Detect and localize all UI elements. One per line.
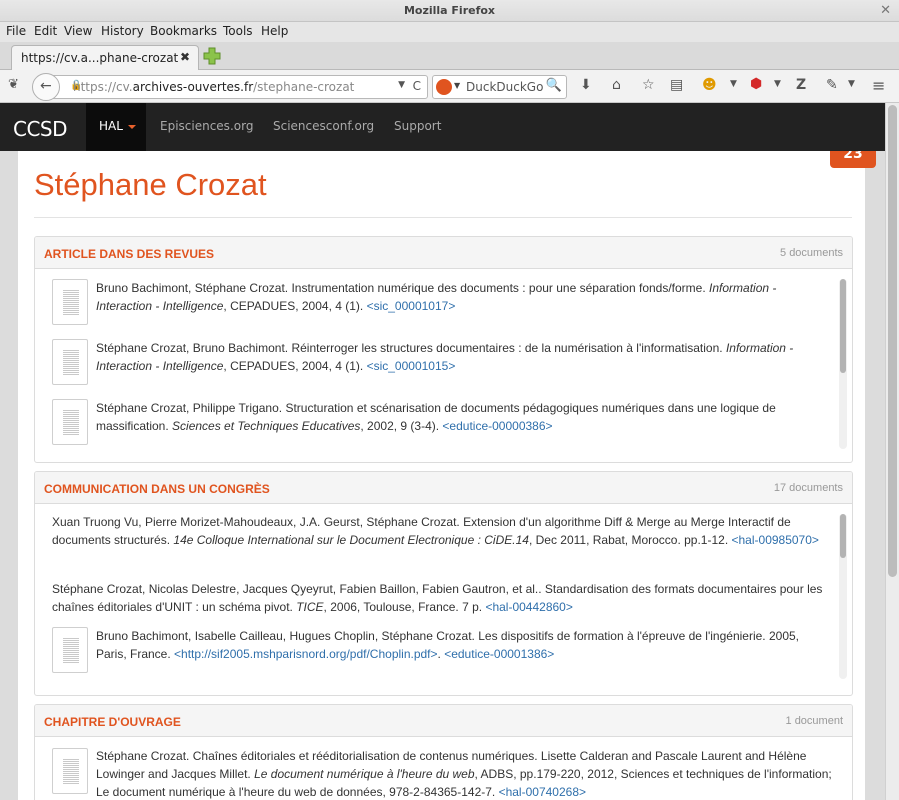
nav-link-support[interactable]: Support: [394, 119, 441, 133]
page-title: Stéphane Crozat: [34, 167, 267, 202]
section-articles: ARTICLE DANS DES REVUES 5 documents Brun…: [34, 236, 853, 463]
publication-link[interactable]: <hal-00985070>: [732, 533, 819, 547]
search-engine-dropdown-icon[interactable]: ▼: [454, 81, 460, 90]
publication-entry: Xuan Truong Vu, Pierre Morizet-Mahoudeau…: [52, 515, 819, 547]
site-navbar: CCSD HAL Episciences.org Sciencesconf.or…: [0, 103, 885, 151]
tab-active[interactable]: https://cv.a...phane-crozat ✖: [11, 45, 199, 71]
url-bar[interactable]: 🔒 https://cv.archives-ouvertes.fr/stepha…: [38, 75, 428, 99]
section-title: COMMUNICATION DANS UN CONGRÈS: [44, 482, 270, 496]
window-close-icon[interactable]: ✕: [880, 3, 891, 18]
publication-entry: Stéphane Crozat, Philippe Trigano. Struc…: [96, 401, 776, 433]
new-tab-icon[interactable]: [203, 47, 221, 65]
tab-label: https://cv.a...phane-crozat: [21, 51, 179, 65]
publication-entry: Bruno Bachimont, Stéphane Crozat. Instru…: [96, 281, 777, 313]
zotero-icon[interactable]: Z: [796, 77, 806, 93]
publication-link[interactable]: <hal-00740268>: [499, 785, 586, 799]
section-chapters: CHAPITRE D'OUVRAGE 1 document Stéphane C…: [34, 704, 853, 800]
back-arrow-icon: ←: [40, 78, 52, 94]
divider: [34, 217, 852, 218]
back-button[interactable]: ←: [32, 73, 60, 101]
search-bar[interactable]: ▼ DuckDuckGo 🔍: [432, 75, 567, 99]
section-title: CHAPITRE D'OUVRAGE: [44, 715, 181, 729]
publication-entry: Stéphane Crozat. Chaînes éditoriales et …: [96, 749, 832, 799]
publication-link[interactable]: <edutice-00001386>: [444, 647, 554, 661]
adblock-icon[interactable]: ⬢: [750, 76, 762, 92]
section-header: COMMUNICATION DANS UN CONGRÈS 17 documen…: [35, 472, 852, 504]
page-content: Stéphane Crozat ARTICLE DANS DES REVUES …: [0, 151, 885, 800]
window-titlebar: Mozilla Firefox ✕: [0, 0, 899, 22]
publication-entry: Bruno Bachimont, Isabelle Cailleau, Hugu…: [96, 629, 800, 661]
section-scrollbar-thumb[interactable]: [840, 514, 846, 558]
menu-help[interactable]: Help: [261, 24, 288, 38]
paw-icon[interactable]: ❦: [8, 77, 19, 92]
page-scrollbar[interactable]: [885, 103, 899, 800]
extension-icon[interactable]: ✎: [826, 77, 838, 93]
section-count: 5 documents: [780, 247, 843, 259]
section-header: ARTICLE DANS DES REVUES 5 documents: [35, 237, 852, 269]
section-scrollbar-thumb[interactable]: [840, 279, 846, 373]
section-conferences: COMMUNICATION DANS UN CONGRÈS 17 documen…: [34, 471, 853, 696]
publication-entry: Stéphane Crozat, Bruno Bachimont. Réinte…: [96, 341, 794, 373]
hal-dropdown-button[interactable]: HAL: [86, 103, 146, 151]
section-scrollbar[interactable]: [839, 514, 847, 679]
publication-link[interactable]: <sic_00001015>: [367, 359, 456, 373]
url-dropdown-icon[interactable]: ▼: [398, 80, 405, 90]
extension-dropdown-icon[interactable]: ▼: [848, 79, 855, 89]
menu-bar: File Edit View History Bookmarks Tools H…: [0, 22, 899, 42]
reader-list-icon[interactable]: ▤: [670, 77, 683, 93]
document-thumbnail[interactable]: [52, 399, 88, 445]
ccsd-logo[interactable]: CCSD: [13, 117, 68, 141]
section-scrollbar[interactable]: [839, 279, 847, 449]
search-input[interactable]: DuckDuckGo: [466, 80, 543, 94]
nav-link-sciencesconf[interactable]: Sciencesconf.org: [273, 119, 374, 133]
menu-file[interactable]: File: [6, 24, 26, 38]
addon-dropdown-icon[interactable]: ▼: [730, 79, 737, 89]
publication-entry: Stéphane Crozat, Nicolas Delestre, Jacqu…: [52, 582, 823, 614]
nav-toolbar: ❦ ← 🔒 https://cv.archives-ouvertes.fr/st…: [0, 70, 899, 103]
document-thumbnail[interactable]: [52, 279, 88, 325]
reload-icon[interactable]: C: [413, 79, 421, 93]
publication-link[interactable]: <edutice-00000386>: [442, 419, 552, 433]
menu-tools[interactable]: Tools: [223, 24, 253, 38]
hal-label: HAL: [99, 119, 123, 133]
bookmark-star-icon[interactable]: ☆: [642, 77, 655, 93]
publication-link[interactable]: <hal-00442860>: [485, 600, 572, 614]
cv-container: Stéphane Crozat ARTICLE DANS DES REVUES …: [18, 151, 865, 800]
menu-edit[interactable]: Edit: [34, 24, 57, 38]
section-count: 17 documents: [773, 482, 843, 494]
window-title: Mozilla Firefox: [403, 4, 496, 17]
duckduckgo-icon: [436, 79, 452, 95]
menu-history[interactable]: History: [101, 24, 144, 38]
tab-strip: https://cv.a...phane-crozat ✖: [0, 42, 899, 71]
section-header: CHAPITRE D'OUVRAGE 1 document: [35, 705, 852, 737]
url-text: https://cv.archives-ouvertes.fr/stephane…: [73, 80, 355, 94]
document-thumbnail[interactable]: [52, 339, 88, 385]
section-title: ARTICLE DANS DES REVUES: [44, 247, 215, 261]
section-count: 1 document: [785, 715, 843, 727]
page-scrollbar-thumb[interactable]: [888, 105, 897, 577]
menu-bookmarks[interactable]: Bookmarks: [150, 24, 217, 38]
publication-link[interactable]: <sic_00001017>: [367, 299, 456, 313]
nav-link-episciences[interactable]: Episciences.org: [160, 119, 253, 133]
hamburger-menu-icon[interactable]: ≡: [872, 76, 885, 95]
search-icon[interactable]: 🔍: [546, 78, 562, 93]
publication-link[interactable]: <http://sif2005.mshparisnord.org/pdf/Cho…: [174, 647, 438, 661]
addon-face-icon[interactable]: ☻: [702, 77, 717, 93]
document-count-badge: 23: [830, 151, 876, 168]
home-icon[interactable]: ⌂: [612, 77, 621, 93]
adblock-dropdown-icon[interactable]: ▼: [774, 79, 781, 89]
document-thumbnail[interactable]: [52, 627, 88, 673]
caret-down-icon: [128, 125, 136, 129]
document-thumbnail[interactable]: [52, 748, 88, 794]
tab-close-icon[interactable]: ✖: [180, 50, 190, 64]
download-icon[interactable]: ⬇: [580, 77, 592, 93]
menu-view[interactable]: View: [64, 24, 92, 38]
